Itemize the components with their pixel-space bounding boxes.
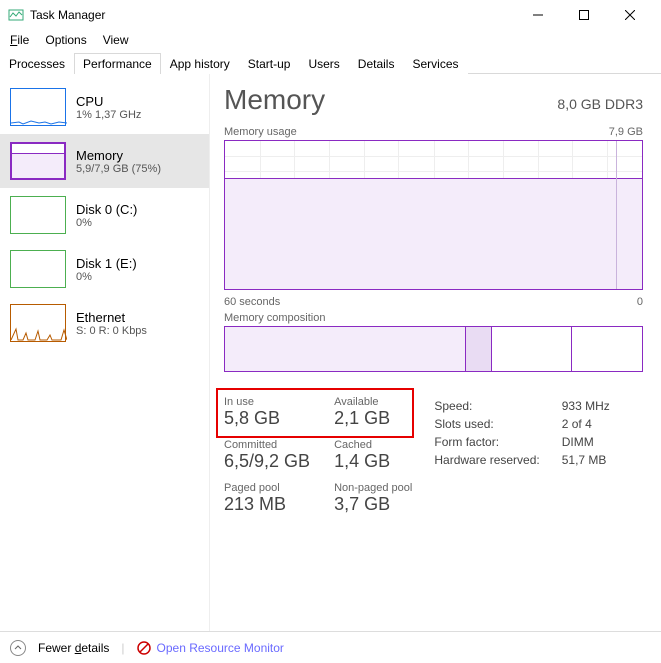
titlebar: Task Manager	[0, 0, 661, 30]
menu-file[interactable]: File	[4, 31, 35, 49]
label-reserved: Hardware reserved:	[434, 452, 559, 468]
tabs: Processes Performance App history Start-…	[0, 52, 661, 74]
sidebar-item-disk0[interactable]: Disk 0 (C:) 0%	[0, 188, 209, 242]
value-paged: 213 MB	[224, 494, 310, 515]
hardware-info: Speed:933 MHz Slots used:2 of 4 Form fac…	[432, 396, 611, 515]
label-in-use: In use	[224, 396, 310, 408]
sidebar-label-ethernet: Ethernet	[76, 310, 147, 325]
usage-chart-max: 7,9 GB	[609, 126, 643, 138]
sidebar-label-memory: Memory	[76, 148, 161, 163]
chevron-up-icon[interactable]	[10, 640, 26, 656]
tab-services[interactable]: Services	[403, 53, 467, 74]
cpu-thumbnail	[10, 88, 66, 126]
label-available: Available	[334, 396, 412, 408]
tab-performance[interactable]: Performance	[74, 53, 161, 74]
close-button[interactable]	[607, 0, 653, 30]
memory-usage-chart[interactable]	[224, 140, 643, 290]
value-speed: 933 MHz	[562, 398, 610, 414]
label-speed: Speed:	[434, 398, 559, 414]
content: CPU 1% 1,37 GHz Memory 5,9/7,9 GB (75%) …	[0, 74, 661, 631]
usage-chart-label: Memory usage	[224, 126, 297, 138]
main-panel: Memory 8,0 GB DDR3 Memory usage 7,9 GB 6…	[210, 74, 661, 631]
window-title: Task Manager	[30, 8, 515, 22]
sidebar-label-disk0: Disk 0 (C:)	[76, 202, 137, 217]
sidebar-label-cpu: CPU	[76, 94, 141, 109]
label-formfactor: Form factor:	[434, 434, 559, 450]
sidebar-item-memory[interactable]: Memory 5,9/7,9 GB (75%)	[0, 134, 209, 188]
open-resource-monitor-link[interactable]: Open Resource Monitor	[137, 641, 284, 655]
memory-thumbnail	[10, 142, 66, 180]
label-slots: Slots used:	[434, 416, 559, 432]
tab-processes[interactable]: Processes	[0, 53, 74, 74]
value-slots: 2 of 4	[562, 416, 610, 432]
separator: |	[121, 641, 124, 655]
fewer-details-link[interactable]: Fewer details	[38, 641, 109, 655]
sidebar-item-disk1[interactable]: Disk 1 (E:) 0%	[0, 242, 209, 296]
value-in-use: 5,8 GB	[224, 408, 310, 429]
tab-details[interactable]: Details	[349, 53, 404, 74]
performance-sidebar: CPU 1% 1,37 GHz Memory 5,9/7,9 GB (75%) …	[0, 74, 210, 631]
value-nonpaged: 3,7 GB	[334, 494, 412, 515]
sidebar-sub-memory: 5,9/7,9 GB (75%)	[76, 163, 161, 175]
value-formfactor: DIMM	[562, 434, 610, 450]
sidebar-item-ethernet[interactable]: Ethernet S: 0 R: 0 Kbps	[0, 296, 209, 350]
sidebar-sub-cpu: 1% 1,37 GHz	[76, 109, 141, 121]
tab-app-history[interactable]: App history	[161, 53, 239, 74]
value-committed: 6,5/9,2 GB	[224, 451, 310, 472]
menubar: File Options View	[0, 30, 661, 50]
time-axis-right: 0	[637, 296, 643, 308]
sidebar-label-disk1: Disk 1 (E:)	[76, 256, 137, 271]
tab-users[interactable]: Users	[299, 53, 348, 74]
value-cached: 1,4 GB	[334, 451, 412, 472]
label-committed: Committed	[224, 439, 310, 451]
label-cached: Cached	[334, 439, 412, 451]
tab-startup[interactable]: Start-up	[239, 53, 300, 74]
disk0-thumbnail	[10, 196, 66, 234]
sidebar-item-cpu[interactable]: CPU 1% 1,37 GHz	[0, 80, 209, 134]
taskmanager-icon	[8, 7, 24, 23]
statusbar: Fewer details | Open Resource Monitor	[0, 631, 661, 663]
disk1-thumbnail	[10, 250, 66, 288]
open-resource-monitor-label: Open Resource Monitor	[157, 641, 284, 655]
value-available: 2,1 GB	[334, 408, 412, 429]
composition-label: Memory composition	[224, 312, 325, 324]
ethernet-thumbnail	[10, 304, 66, 342]
label-paged: Paged pool	[224, 482, 310, 494]
memory-stats: In use 5,8 GB Available 2,1 GB Committed…	[224, 396, 643, 515]
memory-spec: 8,0 GB DDR3	[557, 96, 643, 112]
menu-options[interactable]: Options	[39, 31, 92, 49]
value-reserved: 51,7 MB	[562, 452, 610, 468]
page-title: Memory	[224, 84, 325, 116]
sidebar-sub-ethernet: S: 0 R: 0 Kbps	[76, 325, 147, 337]
menu-view[interactable]: View	[97, 31, 135, 49]
sidebar-sub-disk0: 0%	[76, 217, 137, 229]
sidebar-sub-disk1: 0%	[76, 271, 137, 283]
time-axis-left: 60 seconds	[224, 296, 280, 308]
memory-composition-chart[interactable]	[224, 326, 643, 372]
maximize-button[interactable]	[561, 0, 607, 30]
label-nonpaged: Non-paged pool	[334, 482, 412, 494]
resource-monitor-icon	[137, 641, 151, 655]
minimize-button[interactable]	[515, 0, 561, 30]
